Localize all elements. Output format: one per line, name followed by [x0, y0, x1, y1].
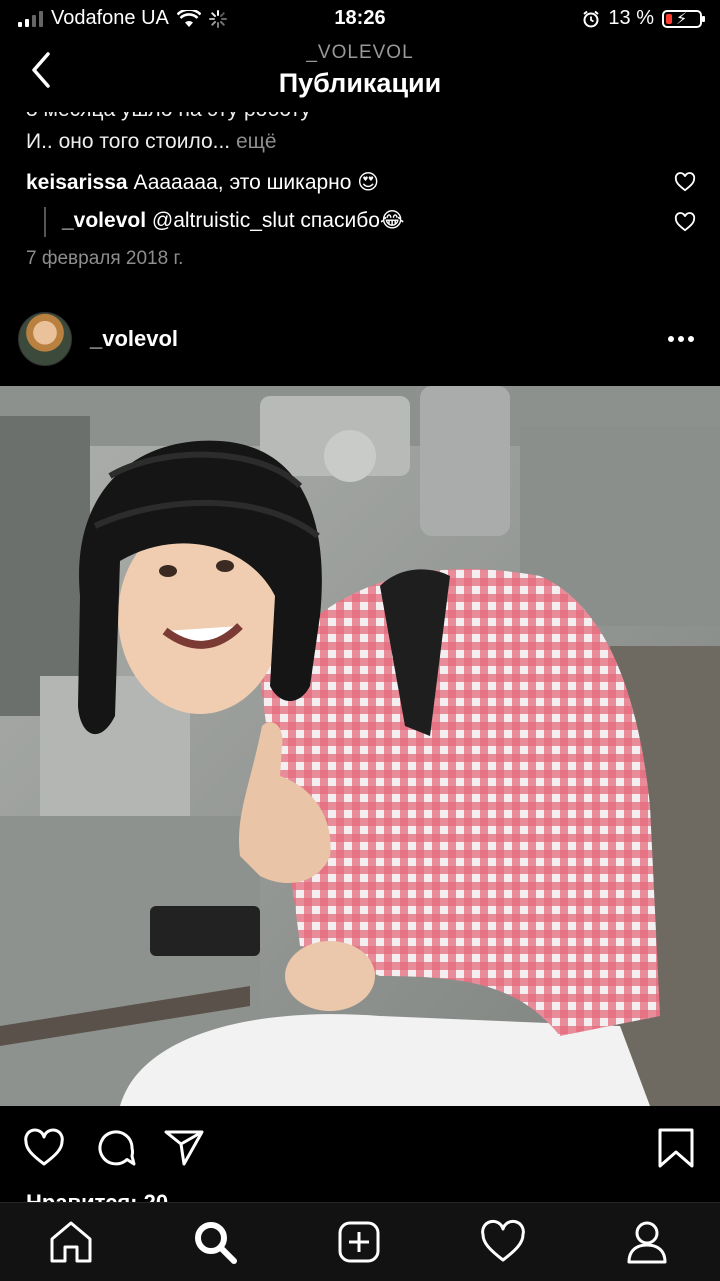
caption-more-link[interactable]: ещё	[236, 130, 277, 153]
reply-thread-line	[44, 207, 46, 237]
comment-text: Ааааааа, это шикарно 😍	[133, 171, 380, 194]
home-icon[interactable]	[46, 1217, 96, 1267]
comment-icon[interactable]	[94, 1126, 138, 1170]
reply-text: @altruistic_slut спасибо😂	[151, 209, 405, 232]
caption-line-1: 3 месяца ушло на эту роботу	[26, 112, 311, 122]
comment-item: keisarissa Ааааааа, это шикарно 😍	[26, 170, 379, 195]
comment-like-heart-icon[interactable]	[674, 172, 696, 192]
reply-username[interactable]: _volevol	[62, 209, 146, 232]
caption-line-2: И.. оно того стоило... ещё	[26, 130, 277, 154]
post-username[interactable]: _volevol	[90, 326, 178, 352]
tab-bar	[0, 1202, 720, 1281]
avatar[interactable]	[18, 312, 72, 366]
post-date: 7 февраля 2018 г.	[26, 248, 184, 269]
like-heart-icon[interactable]	[22, 1126, 66, 1170]
reply-like-heart-icon[interactable]	[674, 212, 696, 232]
photo-illustration	[0, 386, 720, 1106]
alarm-icon	[583, 10, 600, 27]
likes-count-clipped: Нравится: 20	[0, 1190, 720, 1202]
profile-icon[interactable]	[622, 1217, 672, 1267]
bookmark-icon[interactable]	[654, 1126, 698, 1170]
comment-username[interactable]: keisarissa	[26, 171, 128, 194]
page-title: Публикации	[278, 68, 442, 98]
add-post-icon[interactable]	[334, 1217, 384, 1267]
caption-text: И.. оно того стоило...	[26, 130, 231, 153]
nav-header: _VOLEVOL Публикации	[0, 38, 720, 112]
more-dots-icon[interactable]	[668, 336, 694, 342]
header-username: _VOLEVOL	[306, 42, 414, 63]
search-icon[interactable]	[190, 1217, 240, 1267]
activity-heart-icon[interactable]	[478, 1217, 528, 1267]
status-bar: Vodafone UA 18:26 13 % ⚡	[0, 0, 720, 38]
send-icon[interactable]	[162, 1126, 206, 1170]
battery-percent: 13 %	[608, 7, 654, 29]
likes-count[interactable]: Нравится: 20	[26, 1190, 168, 1202]
reply-item: _volevol @altruistic_slut спасибо😂	[62, 208, 404, 233]
battery-icon: ⚡	[662, 9, 705, 28]
post-photo[interactable]	[0, 386, 720, 1106]
status-right: 13 % ⚡	[582, 7, 705, 30]
